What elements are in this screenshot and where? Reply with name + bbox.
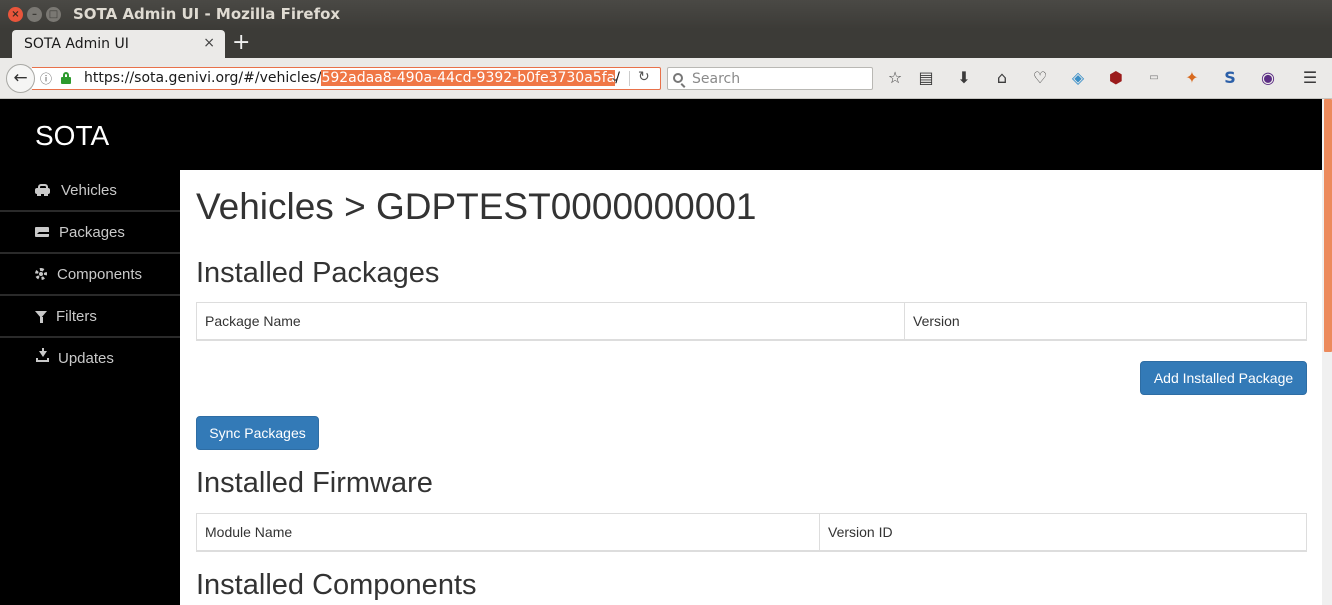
window-controls: × – □: [8, 7, 61, 22]
url-prefix: https://sota.genivi.org/#/vehicles/: [84, 70, 322, 86]
scrollbar-thumb[interactable]: [1324, 99, 1332, 352]
sidebar-item-filters[interactable]: Filters: [0, 296, 180, 338]
sidebar: Vehicles Packages Components Filters Upd…: [0, 170, 180, 605]
installed-firmware-table: Module Name Version ID: [196, 513, 1307, 552]
sidebar-item-label: Components: [57, 266, 143, 283]
installed-components-heading: Installed Components: [196, 569, 477, 601]
gear-icon: [35, 268, 47, 280]
tab-sota-admin[interactable]: SOTA Admin UI ×: [12, 30, 225, 58]
search-placeholder: Search: [692, 71, 741, 87]
url-separator: [629, 71, 630, 86]
extension-translate-icon[interactable]: ◈: [1068, 68, 1088, 88]
extension-fox-icon[interactable]: ✦: [1182, 68, 1202, 88]
sidebar-item-label: Updates: [58, 350, 114, 367]
window-maximize-button[interactable]: □: [46, 7, 61, 22]
css-icon[interactable]: ▭: [1144, 68, 1164, 88]
filter-icon: [35, 311, 47, 323]
site-info-icon[interactable]: ⓘ: [40, 70, 52, 87]
ublock-icon[interactable]: ⬢: [1106, 68, 1126, 88]
tab-strip: SOTA Admin UI × +: [0, 29, 1332, 58]
car-icon: [35, 183, 51, 197]
downloads-icon[interactable]: ⬇: [954, 68, 974, 88]
column-header-module-name[interactable]: Module Name: [197, 514, 820, 551]
reload-icon[interactable]: ↻: [638, 69, 650, 85]
menu-icon[interactable]: ☰: [1300, 68, 1320, 88]
web-page: SOTA Vehicles Packages Components Filter…: [0, 99, 1322, 605]
page-scrollbar[interactable]: [1322, 99, 1332, 605]
window-minimize-button[interactable]: –: [27, 7, 42, 22]
installed-packages-heading: Installed Packages: [196, 257, 440, 289]
home-icon[interactable]: ⌂: [992, 68, 1012, 88]
bookmark-star-icon[interactable]: ☆: [885, 68, 905, 88]
sidebar-item-vehicles[interactable]: Vehicles: [0, 170, 180, 212]
tab-title: SOTA Admin UI: [24, 36, 129, 52]
sidebar-item-label: Vehicles: [61, 182, 117, 199]
window-titlebar: × – □ SOTA Admin UI - Mozilla Firefox: [0, 0, 1332, 29]
envelope-icon: [35, 227, 49, 237]
add-installed-package-button[interactable]: Add Installed Package: [1140, 361, 1307, 395]
installed-packages-table: Package Name Version: [196, 302, 1307, 341]
url-text[interactable]: https://sota.genivi.org/#/vehicles/592ad…: [84, 70, 620, 86]
navigation-toolbar: ⓘ https://sota.genivi.org/#/vehicles/592…: [0, 58, 1332, 99]
installed-firmware-heading: Installed Firmware: [196, 467, 433, 499]
tab-close-icon[interactable]: ×: [203, 35, 215, 51]
extension-s-icon[interactable]: S: [1220, 68, 1240, 88]
url-bar[interactable]: ⓘ https://sota.genivi.org/#/vehicles/592…: [32, 67, 661, 90]
window-title: SOTA Admin UI - Mozilla Firefox: [73, 5, 341, 23]
reading-list-icon[interactable]: ▤: [916, 68, 936, 88]
brand-logo[interactable]: SOTA: [35, 120, 109, 152]
url-selected-text: 592adaa8-490a-44cd-9392-b0fe3730a5fa: [321, 70, 616, 86]
extension-circle-icon[interactable]: ◉: [1258, 68, 1278, 88]
sidebar-item-label: Filters: [56, 308, 97, 325]
sidebar-item-updates[interactable]: Updates: [0, 338, 180, 380]
sync-packages-button[interactable]: Sync Packages: [196, 416, 319, 450]
new-tab-button[interactable]: +: [232, 31, 250, 55]
window-close-button[interactable]: ×: [8, 7, 23, 22]
back-arrow-icon: ←: [13, 68, 28, 88]
search-icon: [673, 73, 683, 83]
pocket-icon[interactable]: ♡: [1030, 68, 1050, 88]
sidebar-item-label: Packages: [59, 224, 125, 241]
column-header-package-name[interactable]: Package Name: [197, 303, 905, 340]
column-header-version[interactable]: Version: [905, 303, 1306, 340]
sidebar-item-components[interactable]: Components: [0, 254, 180, 296]
url-dropdown-icon[interactable]: ⌄: [610, 70, 620, 84]
search-input[interactable]: Search: [667, 67, 873, 90]
column-header-version-id[interactable]: Version ID: [820, 514, 1306, 551]
page-title: Vehicles > GDPTEST0000000001: [196, 186, 757, 227]
secure-lock-icon[interactable]: [61, 72, 71, 84]
back-button[interactable]: ←: [6, 64, 35, 93]
sidebar-item-packages[interactable]: Packages: [0, 212, 180, 254]
app-header: SOTA: [0, 99, 1322, 170]
download-icon: [35, 348, 51, 365]
